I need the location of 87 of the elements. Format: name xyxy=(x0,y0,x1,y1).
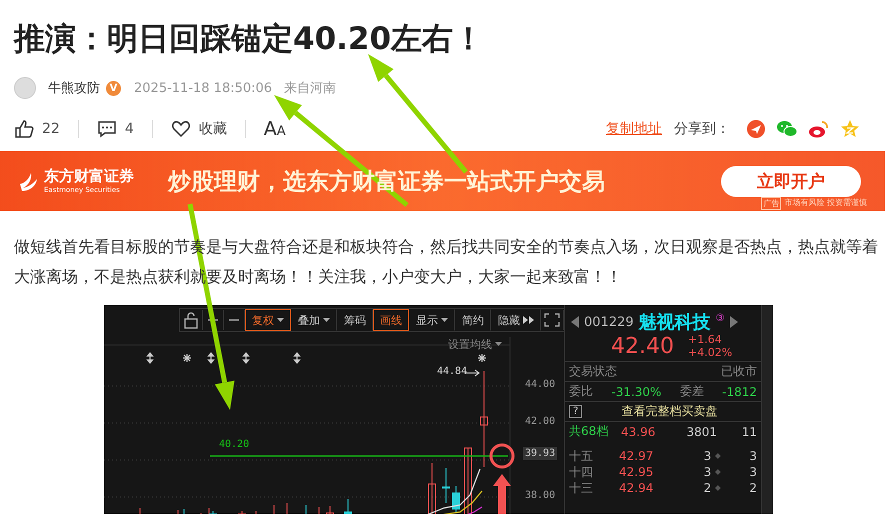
diff-label: 委差 xyxy=(680,383,704,400)
stock-code: 001229 xyxy=(584,314,634,330)
toolbar-button[interactable]: 画线 xyxy=(373,309,410,331)
thumbs-up-icon[interactable] xyxy=(14,119,34,139)
paper-plane-icon[interactable] xyxy=(746,119,766,139)
toolbar-button[interactable]: 复权 xyxy=(245,309,292,331)
toolbar-button[interactable]: 叠加 xyxy=(291,309,338,331)
diamond-icon xyxy=(715,469,721,475)
candlestick xyxy=(318,506,320,514)
diamond-icon xyxy=(715,485,721,491)
level-name: 十三 xyxy=(569,480,594,496)
level-volume: 2 xyxy=(702,481,712,495)
chat-bubbles-icon[interactable] xyxy=(776,119,798,139)
like-count: 22 xyxy=(42,121,60,137)
level-price: 43.96 xyxy=(621,424,656,438)
share-label: 分享到： xyxy=(674,120,730,138)
toolbar-button[interactable]: 隐藏 xyxy=(491,309,542,331)
heart-icon xyxy=(170,119,191,139)
diff-value: -1812 xyxy=(722,384,758,398)
toolbar-button[interactable]: 简约 xyxy=(455,309,492,331)
line-price-label: 40.20 xyxy=(219,439,250,450)
next-icon[interactable] xyxy=(730,316,738,328)
trading-status: 已收市 xyxy=(721,363,758,380)
level-count: 3 xyxy=(748,449,757,463)
caret-icon xyxy=(495,342,502,347)
up-arrow-annotation xyxy=(493,474,511,514)
toolbar-button[interactable]: 显示 xyxy=(409,309,456,331)
ma-setting-dropdown[interactable]: 设置均线 xyxy=(448,337,502,352)
caret-icon xyxy=(277,318,284,322)
level-volume: 3 xyxy=(702,465,712,479)
copy-link[interactable]: 复制地址 xyxy=(606,120,662,138)
author-name[interactable]: 牛熊攻防 xyxy=(48,79,100,97)
star-icon[interactable] xyxy=(840,119,860,139)
caret-icon xyxy=(323,318,330,322)
risk-disclaimer: 市场有风险 投资需谨慎 xyxy=(784,197,867,209)
axis-label: 42.00 xyxy=(525,416,556,427)
comment-count: 4 xyxy=(124,121,134,137)
axis-label: 44.00 xyxy=(525,379,556,390)
status-label: 交易状态 xyxy=(569,363,618,380)
brand-name: 东方财富证券 xyxy=(44,168,134,184)
diamond-icon xyxy=(715,453,721,459)
previous-icon[interactable] xyxy=(571,316,580,328)
help-button[interactable]: ? xyxy=(569,405,582,418)
article-title: 推演：明日回踩锚定40.20左右！ xyxy=(14,20,486,59)
ratio-value: -31.30% xyxy=(611,384,662,398)
candlestick xyxy=(442,468,450,504)
total-levels: 共68档 xyxy=(569,423,610,440)
change-percent: +4.02% xyxy=(688,346,732,359)
level-price: 42.95 xyxy=(618,465,654,479)
favorite-button[interactable]: 收藏 xyxy=(170,119,227,139)
level-price: 42.94 xyxy=(618,481,654,495)
candlestick xyxy=(464,448,472,514)
double-arrow-icon xyxy=(523,316,534,324)
open-account-button[interactable]: 立即开户 xyxy=(721,166,861,196)
level-count: 3 xyxy=(748,465,757,479)
candlestick xyxy=(452,486,460,514)
location-text: 来自河南 xyxy=(284,80,336,97)
candlestick xyxy=(428,462,436,514)
comment-icon[interactable] xyxy=(96,119,117,139)
rank-label: ③ xyxy=(716,313,725,324)
high-price-label: 44.84 xyxy=(437,366,468,377)
current-price-label: 39.93 xyxy=(523,447,558,460)
stock-name: 魅视科技 xyxy=(638,311,711,334)
toolbar-button[interactable]: 筹码 xyxy=(337,309,374,331)
ad-tag: 广告 xyxy=(761,197,782,210)
full-book-link[interactable]: 查看完整档买卖盘 xyxy=(582,403,758,420)
candlestick xyxy=(286,502,288,514)
level-name: 十五 xyxy=(569,448,594,464)
font-size-button[interactable]: AA xyxy=(264,118,286,140)
axis-label: 38.00 xyxy=(525,490,556,501)
level-count: 2 xyxy=(748,481,757,495)
stock-price: 42.40 xyxy=(611,334,674,358)
candlestick xyxy=(238,510,246,514)
ratio-label: 委比 xyxy=(569,383,594,400)
level-volume: 3 xyxy=(702,449,712,463)
circle-annotation xyxy=(490,444,514,468)
candlestick xyxy=(344,498,352,514)
candlestick xyxy=(326,506,334,514)
level-name: 十四 xyxy=(569,464,594,480)
price-change: +1.64 xyxy=(688,333,723,346)
weibo-icon[interactable] xyxy=(808,119,830,139)
level-price: 42.97 xyxy=(618,449,654,463)
level-count: 11 xyxy=(740,424,758,438)
caret-icon xyxy=(441,318,448,322)
publish-time: 2025-11-18 18:50:06 xyxy=(134,80,272,96)
level-volume: 3801 xyxy=(685,424,718,438)
verified-badge: V xyxy=(106,80,121,96)
